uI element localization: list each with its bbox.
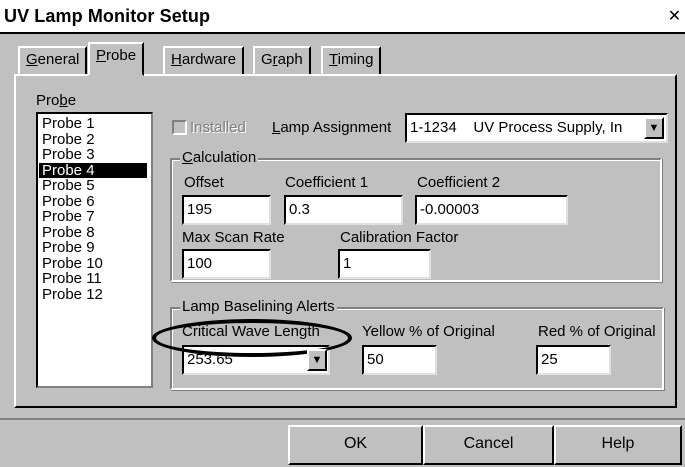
coefficient2-field[interactable]: -0.00003 [415, 195, 568, 225]
max-scan-rate-field[interactable]: 100 [182, 249, 271, 279]
coefficient1-field[interactable]: 0.3 [284, 195, 403, 225]
lamp-assignment-value: 1-1234 UV Process Supply, In [410, 119, 623, 136]
list-item[interactable]: Probe 8 [38, 225, 151, 241]
coefficient1-label: Coefficient 1 [285, 174, 369, 191]
cancel-button[interactable]: Cancel [423, 425, 554, 465]
help-button[interactable]: Help [554, 425, 682, 465]
triangle-down-icon[interactable]: ▼ [644, 117, 664, 139]
list-item[interactable]: Probe 12 [38, 287, 151, 303]
tab-general[interactable]: General [18, 46, 88, 74]
calibration-factor-field[interactable]: 1 [338, 249, 431, 279]
list-item[interactable]: Probe 7 [38, 209, 151, 225]
close-icon[interactable]: ✕ [664, 7, 685, 27]
list-item[interactable]: Probe 5 [38, 178, 151, 194]
yellow-label: Yellow % of Original [362, 323, 495, 340]
window-title: UV Lamp Monitor Setup [4, 6, 211, 26]
lamp-assignment-select[interactable]: 1-1234 UV Process Supply, In [405, 113, 668, 143]
list-item[interactable]: Probe 3 [38, 147, 151, 163]
title-bar: UV Lamp Monitor Setup ✕ [0, 0, 685, 34]
offset-label: Offset [184, 174, 224, 191]
calibration-factor-label: Calibration Factor [340, 229, 459, 246]
baselining-group-title: Lamp Baselining Alerts [180, 298, 337, 315]
probe-list-label: Probe [36, 92, 77, 109]
tab-timing[interactable]: Timing [321, 46, 382, 74]
red-label: Red % of Original [538, 323, 656, 340]
probe-listbox[interactable]: Probe 1 Probe 2 Probe 3 Probe 4 Probe 5 … [36, 112, 153, 388]
max-scan-rate-label: Max Scan Rate [182, 229, 285, 246]
red-field[interactable]: 25 [536, 345, 611, 375]
tab-graph[interactable]: Graph [253, 46, 311, 74]
offset-field[interactable]: 195 [182, 195, 271, 225]
installed-checkbox[interactable] [172, 120, 187, 135]
list-item[interactable]: Probe 1 [38, 116, 151, 132]
calculation-group-title: Calculation [180, 149, 259, 166]
list-item[interactable]: Probe 9 [38, 240, 151, 256]
list-item[interactable]: Probe 2 [38, 132, 151, 148]
chevron-down-icon[interactable]: ▼ [307, 349, 327, 371]
coefficient2-label: Coefficient 2 [417, 174, 501, 191]
divider [0, 418, 685, 420]
yellow-field[interactable]: 50 [362, 345, 437, 375]
list-item-selected[interactable]: Probe 4 [39, 162, 147, 178]
list-item[interactable]: Probe 6 [38, 194, 151, 210]
tab-probe[interactable]: Probe [88, 42, 145, 76]
installed-label: Installed [190, 119, 246, 136]
lamp-assignment-label: Lamp Assignment [272, 119, 392, 136]
list-item[interactable]: Probe 11 [38, 271, 151, 287]
critical-wave-length-label: Critical Wave Length [182, 323, 320, 340]
tab-hardware[interactable]: Hardware [163, 46, 245, 74]
list-item[interactable]: Probe 10 [38, 256, 151, 272]
ok-button[interactable]: OK [288, 425, 423, 465]
